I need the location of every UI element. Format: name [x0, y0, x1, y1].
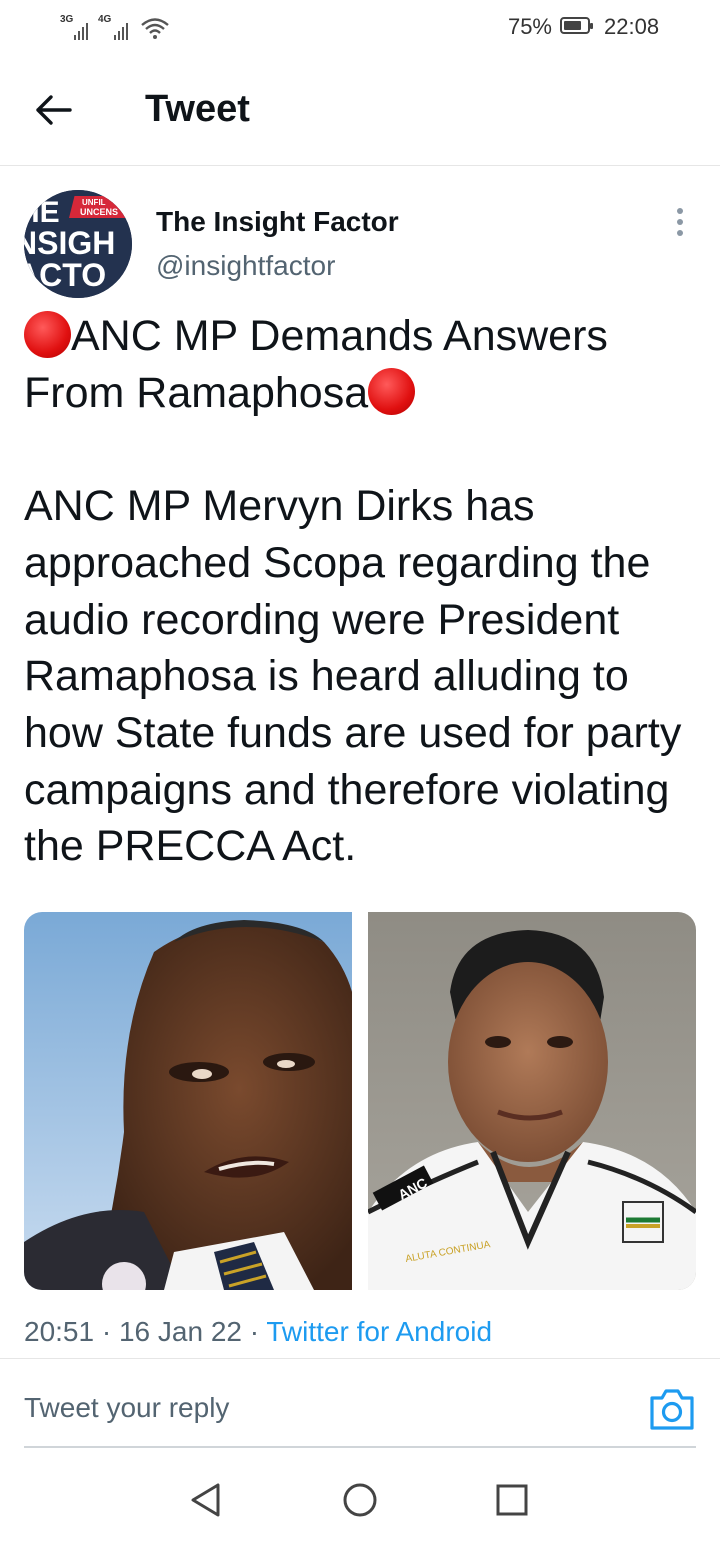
divider: [0, 1358, 720, 1359]
reply-underline: [24, 1446, 696, 1448]
app-header: Tweet: [0, 54, 720, 166]
wifi-icon: [141, 18, 169, 39]
arrow-left-icon[interactable]: [32, 88, 76, 132]
photo-ramaphosa[interactable]: [24, 912, 352, 1290]
red-circle-emoji: [24, 311, 71, 358]
tweet-date: 16 Jan 22: [118, 1316, 242, 1347]
photo-mervyn-dirks[interactable]: ANC ALUTA CONTINUA: [368, 912, 696, 1290]
reply-input[interactable]: Tweet your reply: [24, 1392, 229, 1424]
triangle-back-icon[interactable]: [186, 1478, 230, 1522]
meta-separator: ·: [249, 1316, 260, 1347]
circle-home-icon[interactable]: [338, 1478, 382, 1522]
camera-icon[interactable]: [648, 1386, 696, 1432]
tweet-source-link[interactable]: Twitter for Android: [266, 1316, 492, 1347]
status-clock: 22:08: [604, 14, 660, 39]
signal-4g-label: 4G: [98, 14, 112, 25]
tweet-body: ANC MP Mervyn Dirks has approached Scopa…: [24, 482, 694, 871]
meta-separator: ·: [101, 1316, 112, 1347]
svg-text:ACTO: ACTO: [24, 257, 106, 293]
battery-icon: [560, 17, 593, 34]
user-handle[interactable]: @insightfactor: [156, 250, 335, 282]
system-nav-bar: [0, 1458, 720, 1541]
avatar-logo: UNFIL UNCENS HE NSIGH ACTO: [24, 190, 132, 298]
svg-text:UNCENS: UNCENS: [80, 207, 118, 217]
red-circle-emoji: [368, 367, 416, 415]
tweet-time: 20:51: [24, 1316, 95, 1347]
display-name[interactable]: The Insight Factor: [156, 206, 399, 238]
more-vertical-icon[interactable]: [668, 205, 692, 241]
signal-4g-icon: 4G: [98, 14, 136, 40]
page-title: Tweet: [145, 88, 250, 130]
signal-3g-label: 3G: [60, 14, 74, 25]
tweet-meta: 20:51 · 16 Jan 22 · Twitter for Android: [24, 1316, 492, 1348]
status-bar: 3G 4G 75% 22:08: [0, 0, 720, 54]
svg-text:UNFIL: UNFIL: [82, 198, 106, 207]
signal-3g-icon: 3G: [60, 14, 94, 40]
battery-percent: 75%: [507, 14, 552, 39]
square-recents-icon[interactable]: [490, 1478, 534, 1522]
svg-text:NSIGH: NSIGH: [24, 225, 115, 261]
avatar[interactable]: UNFIL UNCENS HE NSIGH ACTO: [24, 190, 132, 298]
tweet-text: ANC MP Demands Answers From Ramaphosa AN…: [24, 308, 696, 875]
tweet-headline: ANC MP Demands Answers From Ramaphosa: [24, 312, 620, 417]
